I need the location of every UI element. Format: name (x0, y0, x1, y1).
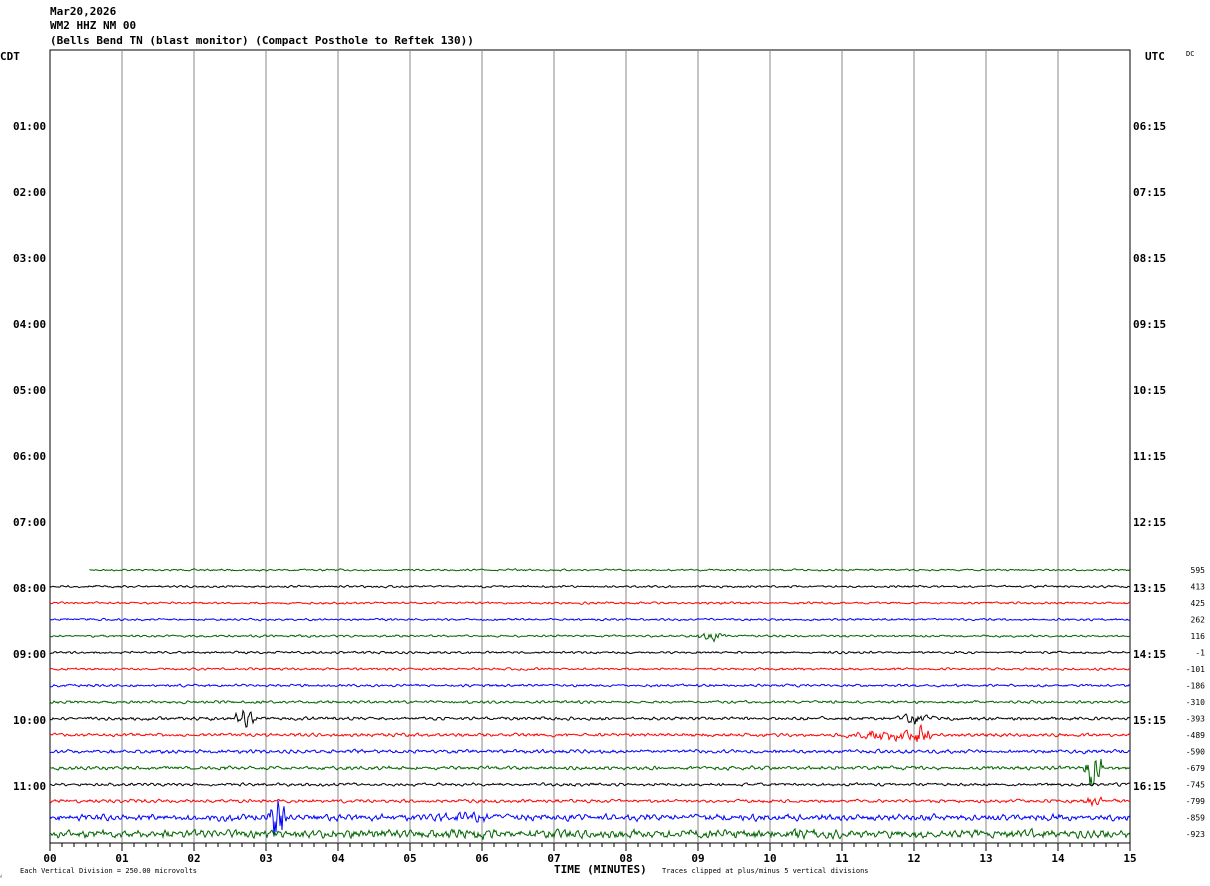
trace-line (50, 782, 1131, 787)
dc-offset-label: -393 (1186, 715, 1205, 724)
left-hour-label: 06:00 (13, 450, 46, 463)
trace-line (49, 699, 1131, 705)
left-hour-label: 07:00 (13, 516, 46, 529)
x-tick-label: 15 (1123, 852, 1136, 865)
right-hour-label: 12:15 (1133, 516, 1166, 529)
x-tick-label: 03 (259, 852, 272, 865)
dc-offset-label: 413 (1191, 583, 1206, 592)
dc-offset-label: 425 (1191, 599, 1206, 608)
helicorder-plot: 00 01 02 03 04 05 06 07 08 09 10 11 12 13 14 1501:0002:… (13, 49, 1206, 865)
dc-offset-label: -859 (1186, 814, 1205, 823)
trace-line (49, 758, 1131, 787)
right-hour-label: 10:15 (1133, 384, 1166, 397)
right-hour-label: 15:15 (1133, 714, 1166, 727)
x-tick-label: 14 (1051, 852, 1065, 865)
left-hour-label: 04:00 (13, 318, 46, 331)
right-hour-label: 06:15 (1133, 120, 1166, 133)
left-hour-label: 09:00 (13, 648, 46, 661)
left-hour-label: 03:00 (13, 252, 46, 265)
x-tick-label: 04 (331, 852, 345, 865)
trace-line (49, 683, 1131, 688)
x-tick-label: 13 (979, 852, 992, 865)
right-hour-label: 16:15 (1133, 780, 1166, 793)
trace-line (49, 709, 1131, 728)
x-tick-label: 00 (43, 852, 56, 865)
clip-note: Traces clipped at plus/minus 5 vertical … (662, 867, 869, 875)
left-hour-label: 05:00 (13, 384, 46, 397)
trace-line (49, 650, 1131, 655)
x-tick-label: 10 (763, 852, 776, 865)
dc-offset-label: -923 (1186, 830, 1205, 839)
trace-line (49, 827, 1131, 841)
right-hour-label: 07:15 (1133, 186, 1166, 199)
trace-line (49, 800, 1131, 837)
left-hour-label: 01:00 (13, 120, 46, 133)
dc-offset-label: -489 (1186, 731, 1205, 740)
right-hour-label: 13:15 (1133, 582, 1166, 595)
x-tick-label: 02 (187, 852, 200, 865)
scale-note: Each Vertical Division = 250.00 microvol… (20, 867, 198, 875)
right-hour-label: 11:15 (1133, 450, 1166, 463)
right-hour-label: 14:15 (1133, 648, 1166, 661)
dc-offset-label: -745 (1186, 781, 1205, 790)
corner-mark: ⁁ (0, 870, 2, 878)
right-hour-label: 08:15 (1133, 252, 1166, 265)
dc-offset-label: -799 (1186, 797, 1205, 806)
dc-offset-label: -1 (1195, 649, 1205, 658)
left-hour-label: 08:00 (13, 582, 46, 595)
trace-line (89, 568, 1130, 572)
left-hour-label: 11:00 (13, 780, 46, 793)
x-tick-label: 09 (691, 852, 704, 865)
left-hour-label: 10:00 (13, 714, 46, 727)
trace-line (49, 748, 1131, 755)
dc-offset-label: -590 (1186, 748, 1205, 757)
dc-offset-label: 262 (1191, 616, 1206, 625)
x-tick-label: 11 (835, 852, 849, 865)
dc-offset-label: 595 (1191, 566, 1206, 575)
trace-line (49, 723, 1131, 743)
trace-line (49, 667, 1131, 672)
left-hour-label: 02:00 (13, 186, 46, 199)
trace-line (49, 584, 1131, 589)
x-tick-label: 06 (475, 852, 489, 865)
dc-offset-label: -679 (1186, 764, 1205, 773)
trace-line (49, 795, 1131, 808)
dc-offset-label: -101 (1186, 665, 1205, 674)
x-tick-label: 12 (907, 852, 920, 865)
x-tick-label: 05 (403, 852, 416, 865)
trace-line (49, 617, 1131, 622)
dc-offset-label: -186 (1186, 682, 1205, 691)
dc-offset-label: 116 (1191, 632, 1206, 641)
trace-line (49, 632, 1131, 643)
right-hour-label: 09:15 (1133, 318, 1166, 331)
plot-frame (49, 49, 1131, 844)
trace-line (49, 601, 1131, 605)
dc-offset-label: -310 (1186, 698, 1205, 707)
x-tick-label: 01 (115, 852, 129, 865)
x-axis-label: TIME (MINUTES) (554, 863, 647, 876)
